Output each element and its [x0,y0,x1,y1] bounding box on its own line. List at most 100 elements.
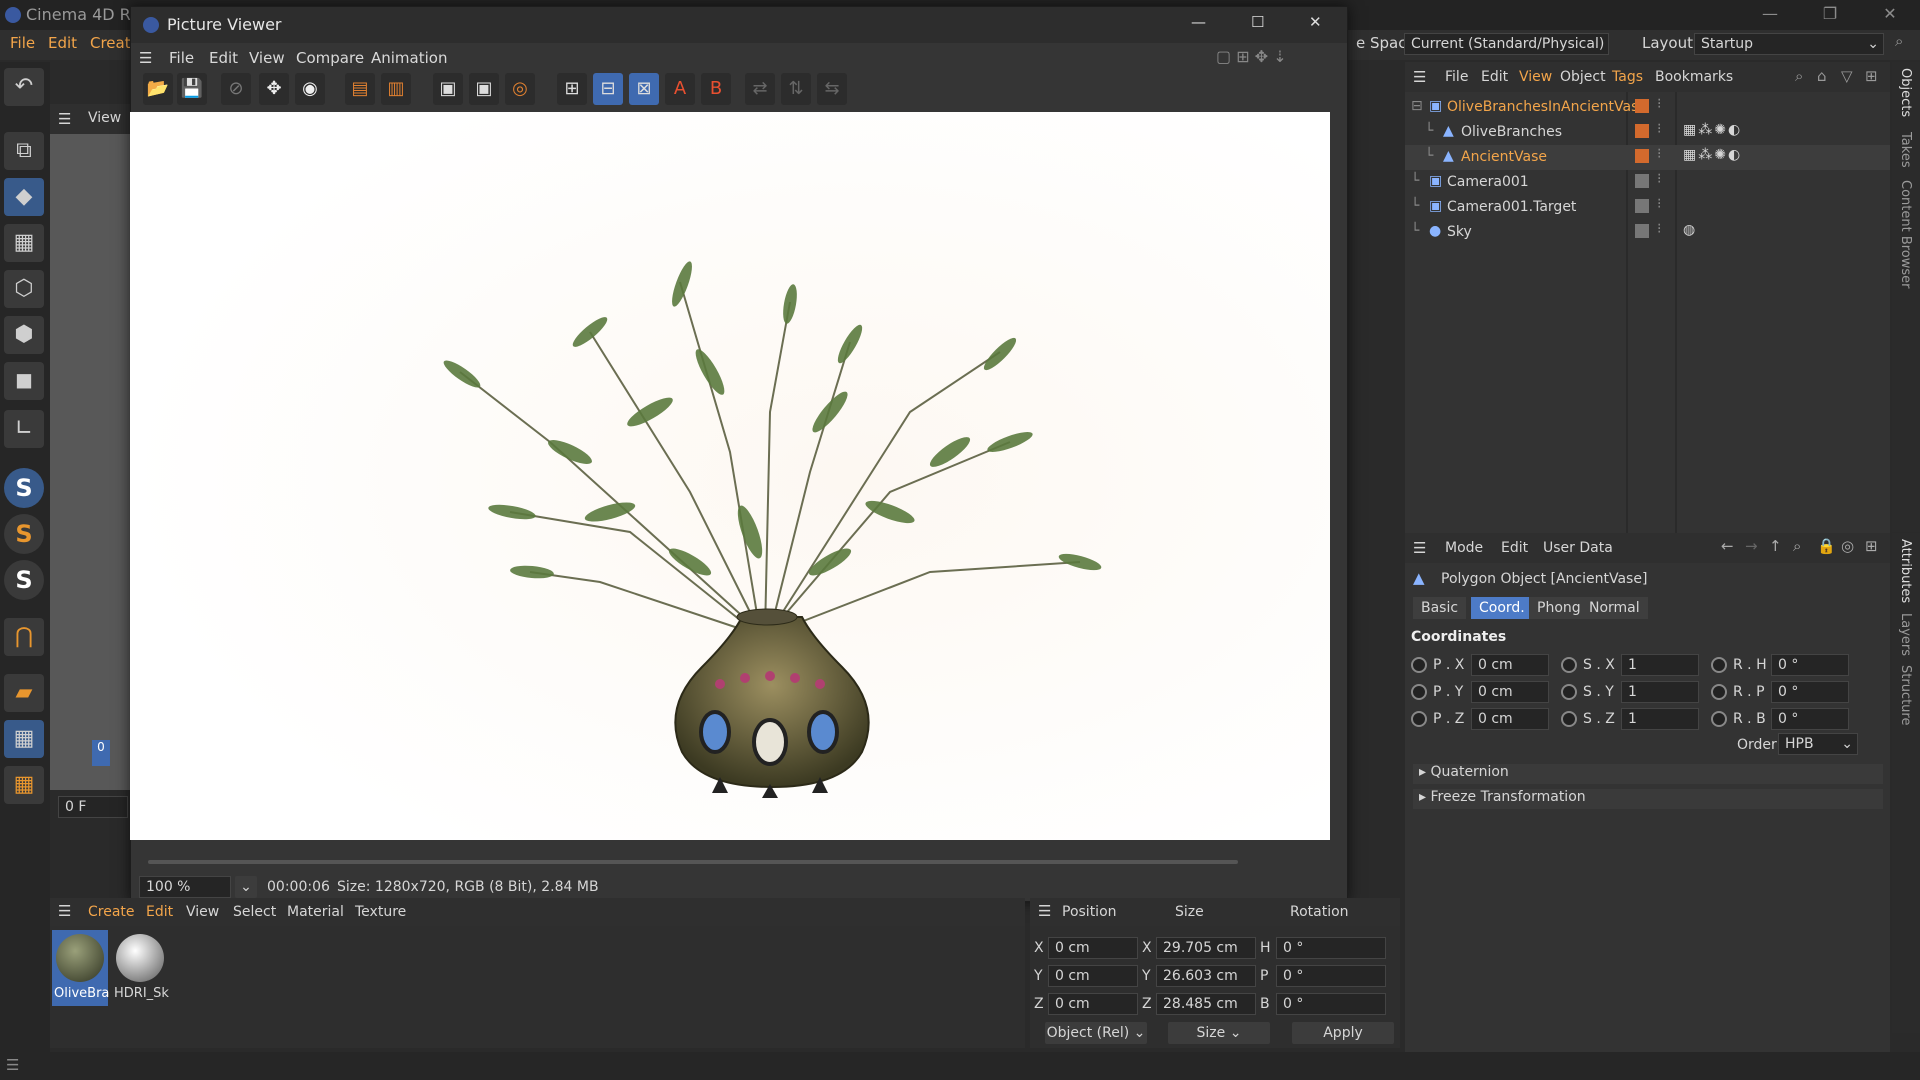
hamburger-icon[interactable]: ☰ [1038,902,1051,920]
frame-field[interactable]: 0 F [58,796,128,818]
fit-icon[interactable]: ✥ [259,73,289,105]
coord-value-field[interactable]: 1 [1621,708,1699,730]
keyframe-radio-icon[interactable] [1411,684,1427,700]
set-b-icon[interactable]: B [701,73,731,105]
render-region-icon[interactable]: ◎ [505,73,535,105]
keyframe-radio-icon[interactable] [1411,711,1427,727]
hamburger-icon[interactable]: ☰ [139,49,152,67]
history-icon[interactable]: ▤ [345,73,375,105]
quaternion-group[interactable]: ▸ Quaternion [1413,764,1883,784]
texture-mode-icon[interactable]: ▦ [4,224,44,262]
keyframe-radio-icon[interactable] [1561,684,1577,700]
size-field[interactable]: 26.603 cm [1156,965,1256,987]
visibility-dots-icon[interactable]: ⁝ [1657,196,1661,212]
search-icon[interactable]: ⌕ [1793,537,1801,555]
render-icon[interactable]: ◉ [295,73,325,105]
horizontal-scrollbar[interactable] [148,860,1238,864]
visibility-dots-icon[interactable]: ⁝ [1657,146,1661,162]
material-tags-icon[interactable]: ▦⁂✺◐ [1683,122,1742,138]
snap-icon[interactable]: S [4,468,44,508]
region-icon[interactable]: ▣ [433,73,463,105]
coord-value-field[interactable]: 0 cm [1471,654,1549,676]
side-tab-objects[interactable]: Objects [1898,68,1913,117]
pv-menu-file[interactable]: File [169,49,194,67]
zoom-field[interactable]: 100 % [139,876,231,898]
layers-icon[interactable]: ▥ [381,73,411,105]
mat-menu-edit[interactable]: Edit [146,904,173,920]
interactive-region-icon[interactable]: ▣ [469,73,499,105]
compare-ab-icon[interactable]: ⊞ [557,73,587,105]
object-row[interactable]: └ ▲ OliveBranches ⁝ ▦⁂✺◐ [1405,120,1890,145]
object-row[interactable]: └ ▣ Camera001.Target ⁝ [1405,195,1890,220]
viewport-menu-view[interactable]: View [88,110,121,126]
grid-snap-icon[interactable]: ▦ [4,766,44,804]
visibility-dots-icon[interactable]: ⁝ [1657,121,1661,137]
polygons-mode-icon[interactable]: ◼ [4,362,44,400]
home-icon[interactable]: ⌂ [1817,67,1827,85]
space-dropdown[interactable]: Current (Standard/Physical)⌄ [1404,33,1609,72]
obj-menu-edit[interactable]: Edit [1481,69,1508,85]
material-olive[interactable]: OliveBra [52,930,109,1006]
object-mode-icon[interactable]: ◆ [4,178,44,216]
model-mode-icon[interactable]: ⧉ [4,132,44,170]
keyframe-radio-icon[interactable] [1411,657,1427,673]
zoom-dropdown-icon[interactable]: ⌄ [235,876,257,898]
coord-value-field[interactable]: 1 [1621,654,1699,676]
restore-icon[interactable]: ❐ [1800,0,1860,30]
new-panel-icon[interactable]: ⊞ [1865,537,1878,555]
swap-icon[interactable]: ⇄ [745,73,775,105]
rotation-field[interactable]: 0 ° [1276,937,1386,959]
size-field[interactable]: 28.485 cm [1156,993,1256,1015]
order-dropdown[interactable]: HPB ⌄ [1778,733,1858,755]
edges-mode-icon[interactable]: ⬢ [4,316,44,354]
forward-arrow-icon[interactable]: → [1745,537,1758,555]
search-icon[interactable]: ⌕ [1895,32,1903,50]
hamburger-icon[interactable]: ☰ [58,110,71,128]
rendered-image[interactable] [130,112,1330,840]
apply-button[interactable]: Apply [1292,1022,1394,1044]
split-vertical-icon[interactable]: ⇅ [781,73,811,105]
tab-basic[interactable]: Basic [1413,597,1467,619]
hamburger-icon[interactable]: ☰ [6,1056,19,1074]
layer-color-icon[interactable] [1635,124,1649,138]
keyframe-radio-icon[interactable] [1561,711,1577,727]
obj-menu-object[interactable]: Object [1560,69,1606,85]
open-icon[interactable]: 📂 [143,73,173,105]
pv-menu-animation[interactable]: Animation [371,49,447,67]
lock-icon[interactable]: 🔒 [1817,537,1836,555]
coord-value-field[interactable]: 0 cm [1471,681,1549,703]
points-mode-icon[interactable]: ⬡ [4,270,44,308]
coord-value-field[interactable]: 0 ° [1771,681,1849,703]
compare-split-icon[interactable]: ⊟ [593,73,623,105]
keyframe-radio-icon[interactable] [1561,657,1577,673]
close-icon[interactable]: ✕ [1860,0,1920,30]
undo-icon[interactable]: ↶ [4,68,44,106]
side-tab-attributes[interactable]: Attributes [1898,539,1913,603]
new-panel-icon[interactable]: ⊞ [1865,67,1878,85]
timeline-ruler-marker[interactable]: 0 [92,740,110,766]
coord-value-field[interactable]: 0 cm [1471,708,1549,730]
attr-menu-mode[interactable]: Mode [1445,540,1483,556]
tab-normal[interactable]: Normal [1581,597,1648,619]
layer-color-icon[interactable] [1635,149,1649,163]
hamburger-icon[interactable]: ☰ [58,902,71,920]
hamburger-icon[interactable]: ☰ [1413,68,1426,86]
snap-settings-icon[interactable]: S [4,514,44,554]
visibility-dots-icon[interactable]: ⁝ [1657,96,1661,112]
layer-color-icon[interactable] [1635,174,1649,188]
target-icon[interactable]: ◎ [1841,537,1854,555]
layer-color-icon[interactable] [1635,224,1649,238]
attr-menu-edit[interactable]: Edit [1501,540,1528,556]
coord-value-field[interactable]: 1 [1621,681,1699,703]
visibility-dots-icon[interactable]: ⁝ [1657,171,1661,187]
obj-menu-view[interactable]: View [1519,69,1552,85]
tab-coord[interactable]: Coord. [1471,597,1533,619]
mat-menu-create[interactable]: Create [88,904,135,920]
mat-menu-view[interactable]: View [186,904,219,920]
object-row[interactable]: └ ● Sky ⁝ ◍ [1405,220,1890,245]
up-arrow-icon[interactable]: ↑ [1769,537,1782,555]
compare-diff-icon[interactable]: ⊠ [629,73,659,105]
minimize-icon[interactable]: — [1740,0,1800,30]
rotation-field[interactable]: 0 ° [1276,993,1386,1015]
position-field[interactable]: 0 cm [1048,965,1138,987]
